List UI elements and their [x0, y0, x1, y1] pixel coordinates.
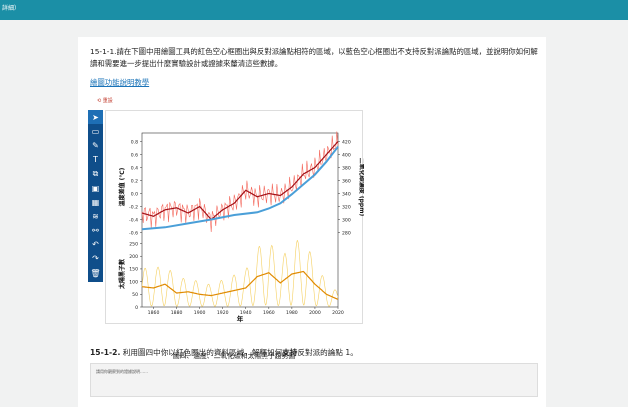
reset-button[interactable]: ⟲ 重設 [97, 97, 113, 104]
y-tick-label-right: 280 [342, 230, 351, 236]
y-tick-label-sunspot: 0 [135, 305, 138, 311]
chart-caption: 圖四、溫度、二氧化碳和太陽黑子趨勢圖 [172, 352, 296, 360]
y-tick-label-right: 340 [342, 191, 351, 197]
y-tick-label-sunspot: 100 [129, 279, 138, 285]
rectangle-icon[interactable]: ▭ [88, 124, 103, 138]
y-axis-label-temperature: 溫度差值 (℃) [118, 167, 126, 206]
answer-placeholder: 請用你觀察到的證據說明…… [96, 369, 148, 374]
y-tick-label-right: 380 [342, 165, 351, 171]
x-tick-label: 1980 [286, 310, 298, 316]
y-tick-label-left: 0.8 [131, 139, 138, 145]
x-tick-label: 2020 [332, 310, 344, 316]
x-tick-label: 1880 [171, 310, 183, 316]
pencil-icon[interactable]: ✎ [88, 138, 103, 152]
sunspot-monthly-line [141, 240, 339, 307]
co2-line [141, 146, 339, 231]
answer-textarea[interactable]: 請用你觀察到的證據說明…… [90, 363, 538, 397]
y-axis-label-sunspot: 太陽黑子數 [118, 259, 126, 290]
plot-frame [141, 132, 339, 308]
y-tick-label-sunspot: 200 [129, 254, 138, 260]
question-1-prompt: 15-1-1.請在下圖中用繪圖工具的紅色空心框圈出與反對派論點相符的區域，以藍色… [90, 46, 538, 70]
x-tick-label: 1960 [263, 310, 275, 316]
y-tick-label-left: -0.6 [129, 230, 138, 236]
top-bar-title: 詳細） [2, 5, 21, 12]
y-tick-label-left: 0.2 [131, 178, 138, 184]
cursor-icon[interactable]: ➤ [88, 110, 103, 125]
y-axis-label-co2: 二氧化碳濃度 (ppm) [358, 158, 364, 217]
y-tick-label-right: 400 [342, 152, 351, 158]
y-tick-label-left: 0.4 [131, 165, 138, 171]
question-1-number: 15-1-1. [90, 47, 117, 56]
link-icon[interactable]: ⚯ [88, 224, 103, 238]
chart-svg: 0.8 0.6 0.4 0.2 0.0 -0.2 -0.4 -0.6 420 400 380 360 3… [118, 131, 366, 323]
y-tick-label-left: -0.4 [129, 217, 138, 223]
y-tick-label-right: 420 [342, 139, 351, 145]
color-palette-icon[interactable]: ▦ [88, 195, 103, 209]
y-tick-label-right: 320 [342, 204, 351, 210]
reset-label: 重設 [102, 98, 113, 104]
x-tick-label: 1920 [217, 310, 229, 316]
undo-icon[interactable]: ↶ [88, 238, 103, 252]
temperature-annual-line [141, 131, 339, 233]
chart-figure[interactable]: 0.8 0.6 0.4 0.2 0.0 -0.2 -0.4 -0.6 420 400 380 360 3… [105, 110, 366, 324]
drawing-toolbar: ➤ ▭ ✎ T ⧉ ▣ ▦ ≋ ⚯ ↶ ↷ 🗑 [88, 110, 103, 282]
x-tick-label: 1860 [148, 310, 160, 316]
drawing-tutorial-link[interactable]: 繪圖功能說明教學 [90, 77, 149, 88]
delete-icon[interactable]: 🗑 [88, 266, 103, 280]
x-axis-label: 年 [237, 314, 244, 323]
text-icon[interactable]: T [88, 153, 103, 167]
y-tick-label-left: 0.6 [131, 152, 138, 158]
y-tick-label-sunspot: 50 [132, 292, 138, 298]
top-bar: 詳細） [0, 0, 628, 20]
question-1-text: 請在下圖中用繪圖工具的紅色空心框圈出與反對派論點相符的區域，以藍色空心框圈出不支… [90, 47, 538, 68]
frame-icon[interactable]: ▣ [88, 181, 103, 195]
x-tick-label: 1900 [194, 310, 206, 316]
y-tick-label-right: 360 [342, 178, 351, 184]
image-icon[interactable]: ⧉ [88, 167, 103, 181]
sunspot-average-line [141, 270, 339, 300]
y-tick-label-sunspot: 150 [129, 267, 138, 273]
y-tick-label-sunspot: 250 [129, 241, 138, 247]
x-tick-label: 2000 [309, 310, 321, 316]
layers-icon[interactable]: ≋ [88, 209, 103, 223]
y-tick-label-left: 0.0 [131, 191, 138, 197]
y-tick-label-left: -0.2 [129, 204, 138, 210]
redo-icon[interactable]: ↷ [88, 252, 103, 266]
y-tick-label-right: 300 [342, 217, 351, 223]
